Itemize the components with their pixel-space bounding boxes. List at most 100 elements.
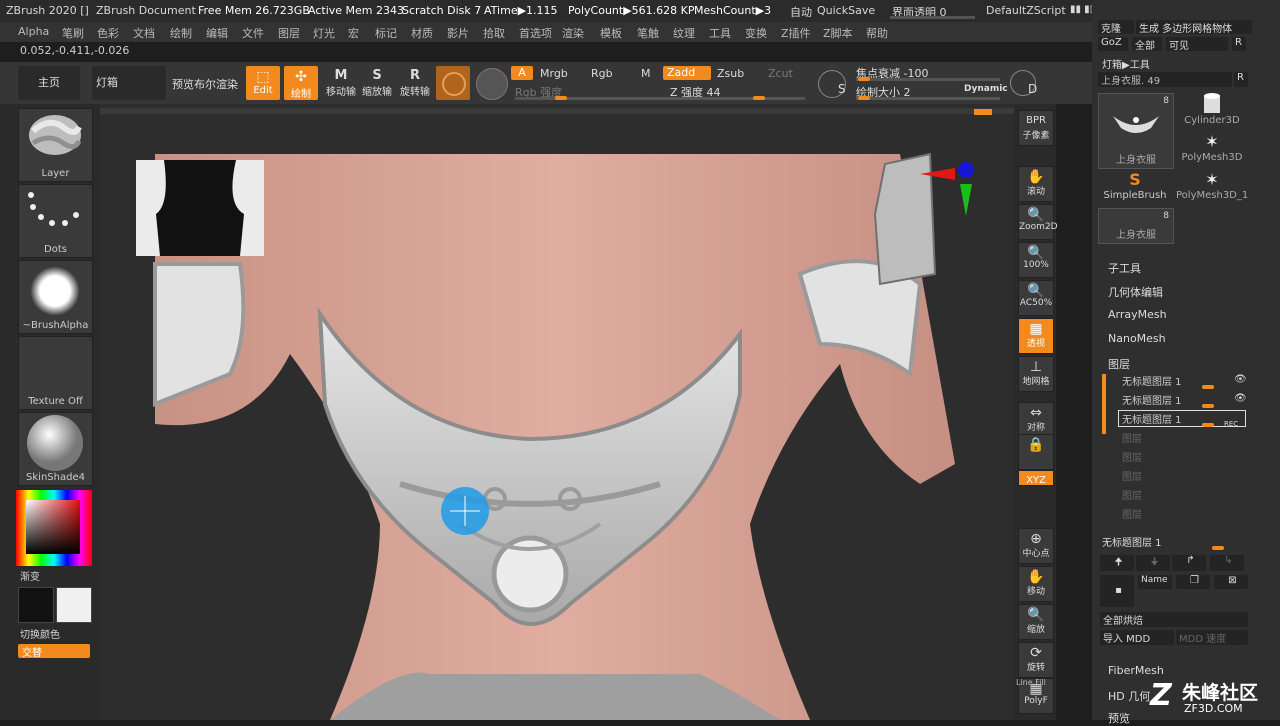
scale-button[interactable]: S 缩放输 [360, 68, 394, 98]
eye-icon[interactable]: 👁 [1234, 393, 1247, 404]
menu-item-20[interactable]: 变换 [745, 25, 767, 41]
shelf-floor-button[interactable]: ⊥ 地网格 [1018, 356, 1054, 392]
z-intensity-knob[interactable] [753, 96, 765, 100]
edit-button[interactable]: ⬚ Edit [246, 66, 280, 100]
layers-section[interactable]: 图层 [1108, 356, 1130, 372]
rec-label[interactable]: REC [1224, 420, 1238, 428]
zadd-button[interactable]: Zadd [663, 66, 711, 80]
mdd-speed-slider[interactable]: MDD 速度 [1176, 630, 1248, 645]
lightbox-button[interactable]: 灯箱 [92, 66, 166, 100]
layer-strength-knob[interactable] [1202, 385, 1214, 389]
default-zscript[interactable]: DefaultZScript [986, 4, 1066, 17]
menu-item-15[interactable]: 渲染 [562, 25, 584, 41]
menu-item-7[interactable]: 图层 [278, 25, 300, 41]
shelf-ac50-button[interactable]: 🔍 AC50% [1018, 280, 1054, 316]
layer-strength-knob[interactable] [1202, 423, 1214, 427]
visible-button[interactable]: 可见 [1166, 37, 1228, 52]
menu-item-5[interactable]: 编辑 [206, 25, 228, 41]
delete-layer-button[interactable]: ⊠ [1214, 575, 1248, 589]
tool-thumb-polymesh1[interactable]: ✶ PolyMesh3D_1 [1176, 170, 1248, 206]
color-sphere-icon[interactable] [476, 68, 508, 100]
gradient-label[interactable]: 渐变 [20, 568, 40, 583]
alternate-button[interactable]: 交替 [18, 644, 90, 659]
tool-thumb-polymesh[interactable]: ✶ PolyMesh3D [1176, 132, 1248, 168]
clone-button[interactable]: 克隆 [1098, 20, 1134, 35]
menu-item-0[interactable]: Alpha [18, 25, 49, 38]
shelf-p100-button[interactable]: 🔍 100% [1018, 242, 1054, 278]
shelf-center-button[interactable]: ⊕ 中心点 [1018, 528, 1054, 564]
shelf-xyz-button[interactable]: XYZ [1018, 470, 1054, 486]
current-tool-slider[interactable]: 上身衣服. 49 [1098, 72, 1232, 87]
menu-item-21[interactable]: Z插件 [781, 25, 811, 41]
layer-strength-knob[interactable] [1202, 404, 1214, 408]
draw-size-knob[interactable] [858, 96, 870, 100]
all-button[interactable]: 全部 [1132, 37, 1162, 52]
m-button[interactable]: M [641, 67, 651, 80]
layers-scrollbar[interactable] [1102, 374, 1106, 434]
stroke-slot[interactable]: Dots [18, 184, 93, 258]
subtool-section[interactable]: 子工具 [1108, 260, 1141, 276]
material-swatch[interactable] [436, 66, 470, 100]
zcut-button[interactable]: Zcut [768, 67, 793, 80]
texture-slot[interactable]: Texture Off [18, 336, 93, 410]
menu-item-13[interactable]: 拾取 [483, 25, 505, 41]
nanomesh-section[interactable]: NanoMesh [1108, 332, 1166, 345]
viewport-canvas[interactable] [100, 104, 1014, 720]
menu-item-9[interactable]: 宏 [348, 25, 359, 41]
material-slot[interactable]: SkinShade4 [18, 412, 93, 486]
mrgb-button[interactable]: Mrgb [540, 67, 568, 80]
name-button[interactable]: Name [1138, 575, 1172, 589]
preview-section[interactable]: 预览 [1108, 710, 1130, 726]
menu-item-16[interactable]: 模板 [600, 25, 622, 41]
shelf-zoom2d-button[interactable]: 🔍 Zoom2D [1018, 204, 1058, 240]
preview-bool-button[interactable]: 预览布尔渲染 [172, 76, 238, 92]
quicksave-button[interactable]: QuickSave [817, 4, 875, 17]
shelf-scroll-button[interactable]: ✋ 滚动 [1018, 166, 1054, 202]
layer-up-button[interactable]: 🠉 [1100, 555, 1134, 571]
geometry-section[interactable]: 几何体编辑 [1108, 284, 1163, 300]
color-picker[interactable] [16, 490, 92, 566]
arraymesh-section[interactable]: ArrayMesh [1108, 308, 1167, 321]
shelf-rotate-button[interactable]: ⟳ 旋转 [1018, 642, 1054, 678]
menu-item-17[interactable]: 笔触 [637, 25, 659, 41]
layer-down-button[interactable]: 🠋 [1136, 555, 1170, 571]
eye-icon[interactable]: 👁 [1234, 374, 1247, 385]
draw-button[interactable]: ✣ 绘制 [284, 66, 318, 100]
menu-item-2[interactable]: 色彩 [97, 25, 119, 41]
alpha-slot[interactable]: ~BrushAlpha [18, 260, 93, 334]
tool-thumb-simplebrush[interactable]: S SimpleBrush [1098, 170, 1172, 206]
saturation-square[interactable] [26, 500, 80, 554]
r-button[interactable]: R [1232, 37, 1246, 51]
shelf-persp-button[interactable]: ▦ 透视 [1018, 318, 1054, 354]
rotate-button[interactable]: R 旋转输 [398, 68, 432, 98]
auto-button[interactable]: 自动 [790, 4, 812, 20]
new-layer-button[interactable]: ▪ [1100, 575, 1134, 607]
shelf-lock-button[interactable]: 🔒 [1018, 434, 1054, 470]
tool-thumb-cylinder[interactable]: Cylinder3D [1176, 93, 1248, 131]
menu-item-22[interactable]: Z脚本 [823, 25, 853, 41]
dynamic-toggle[interactable]: Dynamic [964, 84, 1008, 94]
layer-merge-button[interactable]: ↳ [1210, 555, 1244, 571]
menu-item-18[interactable]: 纹理 [673, 25, 695, 41]
rgb-intensity-knob[interactable] [555, 96, 567, 100]
shelf-bpr-button[interactable]: BPR 子像素 [1018, 110, 1054, 146]
a-button[interactable]: A [511, 66, 533, 80]
menu-item-8[interactable]: 灯光 [313, 25, 335, 41]
shelf-sym-button[interactable]: ⇔ 对称 [1018, 402, 1054, 438]
shelf-scale-button[interactable]: 🔍 缩放 [1018, 604, 1054, 640]
menu-item-10[interactable]: 标记 [375, 25, 397, 41]
hd-geometry-section[interactable]: HD 几何 [1108, 688, 1150, 704]
import-mdd-button[interactable]: 导入 MDD [1100, 630, 1174, 645]
copy-layer-button[interactable]: ❐ [1176, 575, 1210, 589]
secondary-color-swatch[interactable] [56, 587, 92, 623]
make-polymesh-button[interactable]: 生成 多边形网格物体 [1136, 20, 1252, 35]
focal-knob[interactable] [858, 77, 870, 81]
bake-all-button[interactable]: 全部烘焙 [1100, 612, 1248, 627]
menu-item-14[interactable]: 首选项 [519, 25, 552, 41]
tool-r-button[interactable]: R [1234, 72, 1248, 87]
menu-item-11[interactable]: 材质 [411, 25, 433, 41]
layer-bottom-knob[interactable] [1212, 546, 1224, 550]
menu-item-3[interactable]: 文档 [133, 25, 155, 41]
lightbox-tool-label[interactable]: 灯箱▶工具 [1102, 56, 1150, 71]
home-button[interactable]: 主页 [18, 66, 80, 100]
